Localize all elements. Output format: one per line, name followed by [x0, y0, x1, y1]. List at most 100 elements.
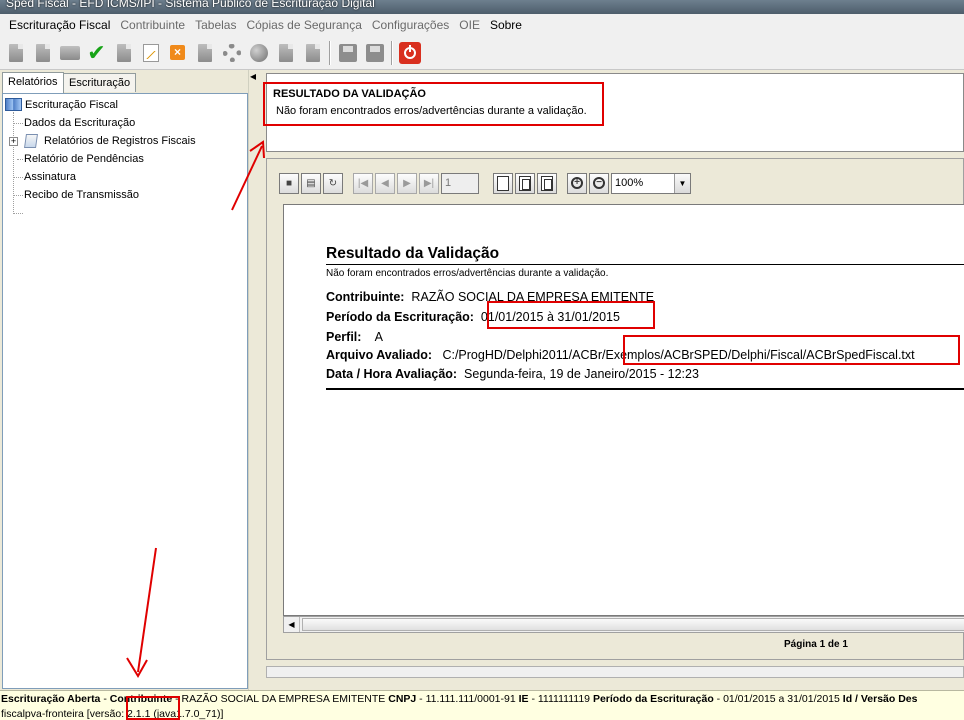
- toolbar-separator: [391, 40, 393, 65]
- status-periodo-label: Período da Escrituração: [592, 693, 714, 705]
- report-doc-icon: [24, 134, 38, 148]
- report-data-hora: Data / Hora Avaliação: Segunda-feira, 19…: [326, 367, 699, 381]
- validate-check-icon: ✔: [87, 39, 106, 65]
- status-version-line: fiscalpva-fronteira [versão: 2.1.1 (java…: [1, 708, 224, 720]
- validation-title: RESULTADO DA VALIDAÇÃO: [273, 88, 426, 100]
- printer-icon: ▤: [306, 177, 316, 189]
- tree-connector: [13, 195, 23, 196]
- validate-button[interactable]: ✔: [85, 41, 109, 65]
- open-button[interactable]: [31, 41, 55, 65]
- status-escrituracao-aberta: Escrituração Aberta: [1, 693, 101, 705]
- report-arquivo: Arquivo Avaliado: C:/ProgHD/Delphi2011/A…: [326, 348, 915, 362]
- menu-configuracoes[interactable]: Configurações: [367, 16, 454, 34]
- scrollbar-thumb[interactable]: [302, 618, 964, 631]
- next-page-button[interactable]: ▶: [397, 172, 417, 194]
- perfil-value: A: [374, 330, 383, 344]
- last-page-icon: ▶|: [423, 177, 435, 189]
- viewer-toolbar: ■ ▤ ↻ |◀ ◀ ▶ ▶| 1 + − 100% ▼: [279, 171, 691, 195]
- menu-tabelas[interactable]: Tabelas: [190, 16, 241, 34]
- page-number-input[interactable]: 1: [441, 172, 479, 194]
- zoom-out-icon: −: [593, 177, 605, 189]
- chevron-down-icon: ▼: [674, 173, 690, 193]
- full-page-button[interactable]: [537, 172, 557, 194]
- window-titlebar: Sped Fiscal - EFD ICMS/IPI - Sistema Púb…: [0, 0, 964, 14]
- folder-button[interactable]: [58, 41, 82, 65]
- menu-sobre[interactable]: Sobre: [485, 16, 527, 34]
- panel-splitter[interactable]: [248, 70, 256, 690]
- folder-icon: [59, 45, 80, 60]
- tree-item-escrituracao-fiscal[interactable]: Escrituração Fiscal: [25, 99, 118, 111]
- tab-escrituracao[interactable]: Escrituração: [63, 73, 137, 92]
- new-document-button[interactable]: [4, 41, 28, 65]
- tree-item-dados-escrituracao[interactable]: Dados da Escrituração: [24, 117, 135, 129]
- validation-message: Não foram encontrados erros/advertências…: [276, 105, 587, 117]
- perfil-label: Perfil:: [326, 330, 362, 344]
- report-title-rule: [326, 264, 964, 265]
- exit-button[interactable]: [398, 41, 422, 65]
- viewer-save-button[interactable]: ■: [279, 172, 299, 194]
- save-button[interactable]: [336, 41, 360, 65]
- zoom-out-button[interactable]: −: [589, 172, 609, 194]
- first-page-icon: |◀: [357, 177, 369, 189]
- last-page-button[interactable]: ▶|: [419, 172, 439, 194]
- report-tree: Escrituração Fiscal Dados da Escrituraçã…: [2, 93, 248, 689]
- report-contribuinte: Contribuinte: RAZÃO SOCIAL DA EMPRESA EM…: [326, 290, 654, 304]
- report-subtitle: Não foram encontrados erros/advertências…: [326, 268, 609, 279]
- report-viewer: ■ ▤ ↻ |◀ ◀ ▶ ▶| 1 + − 100% ▼ Resultado d…: [266, 158, 964, 660]
- report-title: Resultado da Validação: [326, 245, 500, 262]
- status-contribuinte-label: Contribuinte: [109, 693, 173, 705]
- menu-copias-seguranca[interactable]: Cópias de Segurança: [241, 16, 366, 34]
- zoom-value: 100%: [615, 176, 644, 189]
- tree-item-assinatura[interactable]: Assinatura: [24, 171, 76, 183]
- export-button[interactable]: [220, 41, 244, 65]
- delete-button[interactable]: ×: [166, 41, 190, 65]
- transmit-button[interactable]: [274, 41, 298, 65]
- validation-result-box: RESULTADO DA VALIDAÇÃO Não foram encontr…: [266, 73, 964, 152]
- tree-item-relatorios-registros[interactable]: Relatórios de Registros Fiscais: [44, 135, 196, 147]
- sign-button[interactable]: [112, 41, 136, 65]
- horizontal-scrollbar[interactable]: ◀: [283, 616, 964, 633]
- first-page-button[interactable]: |◀: [353, 172, 373, 194]
- open-icon: [35, 43, 50, 62]
- exit-icon: [398, 41, 421, 64]
- data-hora-value: Segunda-feira, 19 de Janeiro/2015 - 12:2…: [464, 367, 699, 381]
- single-page-button[interactable]: [493, 172, 513, 194]
- globe-button[interactable]: [247, 41, 271, 65]
- zoom-in-icon: +: [571, 177, 583, 189]
- report-page: Resultado da Validação Não foram encontr…: [283, 204, 964, 616]
- tab-relatorios[interactable]: Relatórios: [2, 72, 64, 93]
- save-icon: [338, 43, 357, 62]
- report-separator: [326, 388, 964, 390]
- receipt-button[interactable]: [301, 41, 325, 65]
- status-periodo-value: - 01/01/2015 a 31/01/2015: [713, 693, 843, 705]
- viewer-refresh-button[interactable]: ↻: [323, 172, 343, 194]
- menu-bar: Escrituração Fiscal Contribuinte Tabelas…: [0, 14, 964, 36]
- status-bar: Escrituração Aberta - Contribuinte - RAZ…: [0, 690, 964, 720]
- main-toolbar: ✔ ×: [0, 36, 964, 70]
- menu-contribuinte[interactable]: Contribuinte: [115, 16, 190, 34]
- page-width-button[interactable]: [515, 172, 535, 194]
- status-ie-label: IE: [518, 693, 529, 705]
- viewer-print-button[interactable]: ▤: [301, 172, 321, 194]
- status-versao-label: Id / Versão Des: [842, 693, 918, 705]
- scroll-left-icon[interactable]: ◀: [284, 617, 300, 632]
- chart-icon: [142, 43, 159, 62]
- status-sep: -: [100, 693, 110, 705]
- expand-toggle-icon[interactable]: +: [9, 137, 18, 146]
- prev-page-button[interactable]: ◀: [375, 172, 395, 194]
- menu-oie[interactable]: OIE: [454, 16, 485, 34]
- zoom-in-button[interactable]: +: [567, 172, 587, 194]
- chart-button[interactable]: [139, 41, 163, 65]
- tree-connector: [17, 159, 23, 160]
- menu-escrituracao-fiscal[interactable]: Escrituração Fiscal: [4, 16, 115, 34]
- delete-icon: ×: [170, 45, 185, 60]
- tree-item-recibo-transmissao[interactable]: Recibo de Transmissão: [24, 189, 139, 201]
- tree-connector: [13, 112, 14, 214]
- zoom-select[interactable]: 100% ▼: [611, 172, 691, 194]
- save-as-button[interactable]: [363, 41, 387, 65]
- import-button[interactable]: [193, 41, 217, 65]
- tree-item-relatorio-pendencias[interactable]: Relatório de Pendências: [24, 153, 144, 165]
- periodo-label: Período da Escrituração:: [326, 310, 474, 324]
- toolbar-separator: [329, 40, 331, 65]
- prev-page-icon: ◀: [381, 177, 389, 189]
